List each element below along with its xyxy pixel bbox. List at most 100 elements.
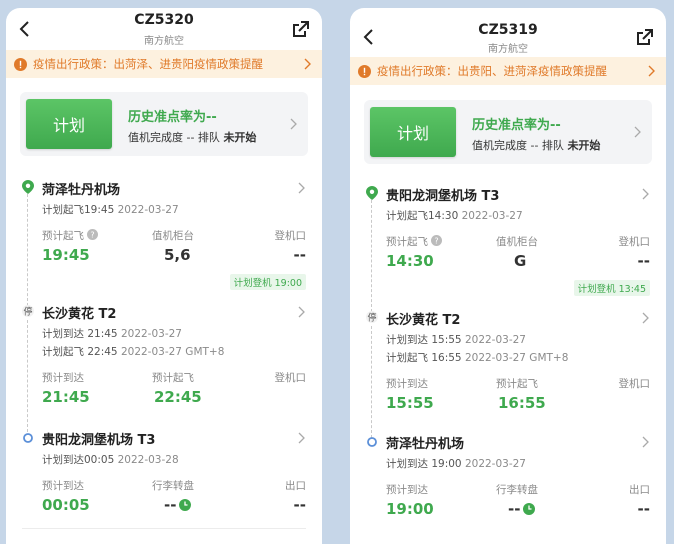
chevron-right-icon — [298, 182, 305, 194]
scheduled-date: 2022-03-27 — [117, 204, 179, 216]
baggage-carousel-value: -- — [508, 500, 536, 518]
baggage-carousel-label: 行李转盘 — [152, 480, 194, 492]
estimated-arrival-label: 预计到达 — [386, 378, 428, 390]
estimated-departure-label: 预计起飞 — [152, 372, 194, 384]
checkin-prefix: 值机完成度 -- 排队 — [128, 131, 220, 144]
chevron-right-icon — [304, 58, 311, 70]
notice-text: 疫情出行政策：出贵阳、进菏泽疫情政策提醒 — [377, 64, 607, 78]
airport-name: 贵阳龙洞堡机场 T3 — [386, 189, 500, 204]
estimated-departure-value: 19:45 — [42, 246, 90, 264]
estimated-arrival-label: 预计到达 — [386, 484, 428, 496]
chevron-right-icon — [290, 118, 297, 130]
nav-bar: CZ5319 南方航空 — [350, 8, 666, 55]
share-icon[interactable] — [290, 18, 312, 40]
ontime-card[interactable]: 计划 历史准点率为-- 值机完成度 -- 排队 未开始 — [364, 100, 652, 164]
ontime-card[interactable]: 计划 历史准点率为-- 值机完成度 -- 排队 未开始 — [20, 92, 308, 156]
svg-text:?: ? — [434, 237, 438, 246]
scheduled-arrival-line: 计划到达 15:55 2022-03-27 — [386, 334, 526, 346]
svg-text:?: ? — [90, 231, 94, 240]
timeline-segment — [27, 194, 28, 306]
warning-icon — [358, 64, 371, 78]
scheduled-departure-line: 计划起飞 22:45 2022-03-27 GMT+8 — [42, 346, 225, 358]
clock-icon — [523, 503, 536, 515]
estimated-departure-label: 预计起飞? — [42, 228, 98, 243]
epidemic-notice-bar[interactable]: 疫情出行政策：出贵阳、进菏泽疫情政策提醒 — [350, 57, 666, 85]
checkin-counter-value: G — [514, 252, 527, 270]
scheduled-time-line: 计划到达 19:00 2022-03-27 — [386, 458, 526, 470]
chevron-right-icon — [298, 306, 305, 318]
estimated-arrival-value: 15:55 — [386, 394, 434, 412]
checkin-progress: 值机完成度 -- 排队 未开始 — [472, 139, 601, 152]
plan-button[interactable]: 计划 — [370, 107, 456, 157]
boarding-time-badge: 计划登机 13:45 — [573, 280, 650, 296]
help-icon[interactable]: ? — [87, 229, 98, 240]
stopover-icon: 停 — [22, 305, 34, 318]
estimated-arrival-label: 预计到达 — [42, 372, 84, 384]
svg-text:停: 停 — [23, 306, 32, 318]
exit-value: -- — [637, 500, 650, 518]
airport-name: 贵阳龙洞堡机场 T3 — [42, 433, 156, 448]
stopover-icon: 停 — [366, 311, 378, 324]
chevron-right-icon — [642, 436, 649, 448]
timeline-segment — [371, 326, 372, 438]
flight-detail-screen-right: CZ5319 南方航空 疫情出行政策：出贵阳、进菏泽疫情政策提醒 计划 历史准点… — [350, 8, 666, 544]
warning-icon — [14, 57, 27, 71]
scheduled-departure-line: 计划起飞 16:55 2022-03-27 GMT+8 — [386, 352, 569, 364]
checkin-progress: 值机完成度 -- 排队 未开始 — [128, 129, 256, 145]
baggage-carousel-label: 行李转盘 — [496, 484, 538, 496]
flight-number: CZ5319 — [478, 22, 538, 38]
scheduled-time-line: 计划到达00:05 2022-03-28 — [42, 454, 179, 466]
ontime-rate: 历史准点率为-- — [472, 118, 561, 133]
gate-label: 登机口 — [274, 372, 307, 384]
exit-value: -- — [293, 496, 306, 514]
chevron-right-icon — [642, 188, 649, 200]
estimated-departure-value: 16:55 — [498, 394, 546, 412]
gate-label: 登机口 — [274, 230, 307, 242]
estimated-arrival-label: 预计到达 — [42, 480, 84, 492]
estimated-departure-label: 预计起飞? — [386, 234, 442, 249]
boarding-time-badge: 计划登机 19:00 — [229, 274, 306, 290]
share-icon[interactable] — [634, 26, 656, 48]
divider — [22, 528, 306, 529]
scheduled-time-line: 计划起飞19:45 2022-03-27 — [42, 202, 179, 217]
estimated-departure-label: 预计起飞 — [496, 378, 538, 390]
help-icon[interactable]: ? — [431, 235, 442, 246]
scheduled-time-line: 计划起飞14:30 2022-03-27 — [386, 210, 523, 222]
flight-number: CZ5320 — [134, 12, 194, 28]
checkin-status: 未开始 — [223, 131, 257, 144]
screenshot-stage: CZ5320 南方航空 疫情出行政策：出菏泽、进贵阳疫情政策提醒 计划 历史准点… — [0, 0, 674, 544]
exit-label: 出口 — [285, 480, 306, 492]
flight-detail-screen-left: CZ5320 南方航空 疫情出行政策：出菏泽、进贵阳疫情政策提醒 计划 历史准点… — [6, 8, 322, 544]
chevron-right-icon — [298, 432, 305, 444]
estimated-arrival-value: 00:05 — [42, 496, 90, 514]
baggage-carousel-value: -- — [164, 496, 192, 514]
estimated-arrival-value: 19:00 — [386, 500, 434, 518]
checkin-counter-label: 值机柜台 — [496, 236, 538, 248]
chevron-right-icon — [634, 126, 641, 138]
chevron-right-icon — [648, 65, 655, 77]
scheduled-arrival-line: 计划到达 21:45 2022-03-27 — [42, 328, 182, 340]
location-pin-icon — [366, 186, 378, 200]
svg-text:停: 停 — [367, 312, 376, 324]
timeline-segment — [27, 320, 28, 432]
gate-value: -- — [293, 246, 306, 264]
location-pin-icon — [22, 180, 34, 194]
timeline-segment — [371, 200, 372, 312]
epidemic-notice-bar[interactable]: 疫情出行政策：出菏泽、进贵阳疫情政策提醒 — [6, 50, 322, 78]
chevron-right-icon — [642, 312, 649, 324]
gate-label: 登机口 — [618, 378, 651, 390]
airline-name: 南方航空 — [488, 44, 528, 55]
gate-value: -- — [637, 252, 650, 270]
destination-dot-icon — [23, 433, 33, 443]
airport-name: 长沙黄花 T2 — [386, 313, 461, 328]
destination-dot-icon — [367, 437, 377, 447]
plan-button[interactable]: 计划 — [26, 99, 112, 149]
estimated-departure-value: 22:45 — [154, 388, 202, 406]
estimated-departure-value: 14:30 — [386, 252, 434, 270]
exit-label: 出口 — [629, 484, 650, 496]
checkin-counter-label: 值机柜台 — [152, 230, 194, 242]
ontime-rate: 历史准点率为-- — [128, 110, 217, 125]
scheduled-time: 19:45 — [84, 204, 115, 216]
nav-bar: CZ5320 南方航空 — [6, 8, 322, 50]
scheduled-label: 计划起飞 — [42, 204, 84, 216]
